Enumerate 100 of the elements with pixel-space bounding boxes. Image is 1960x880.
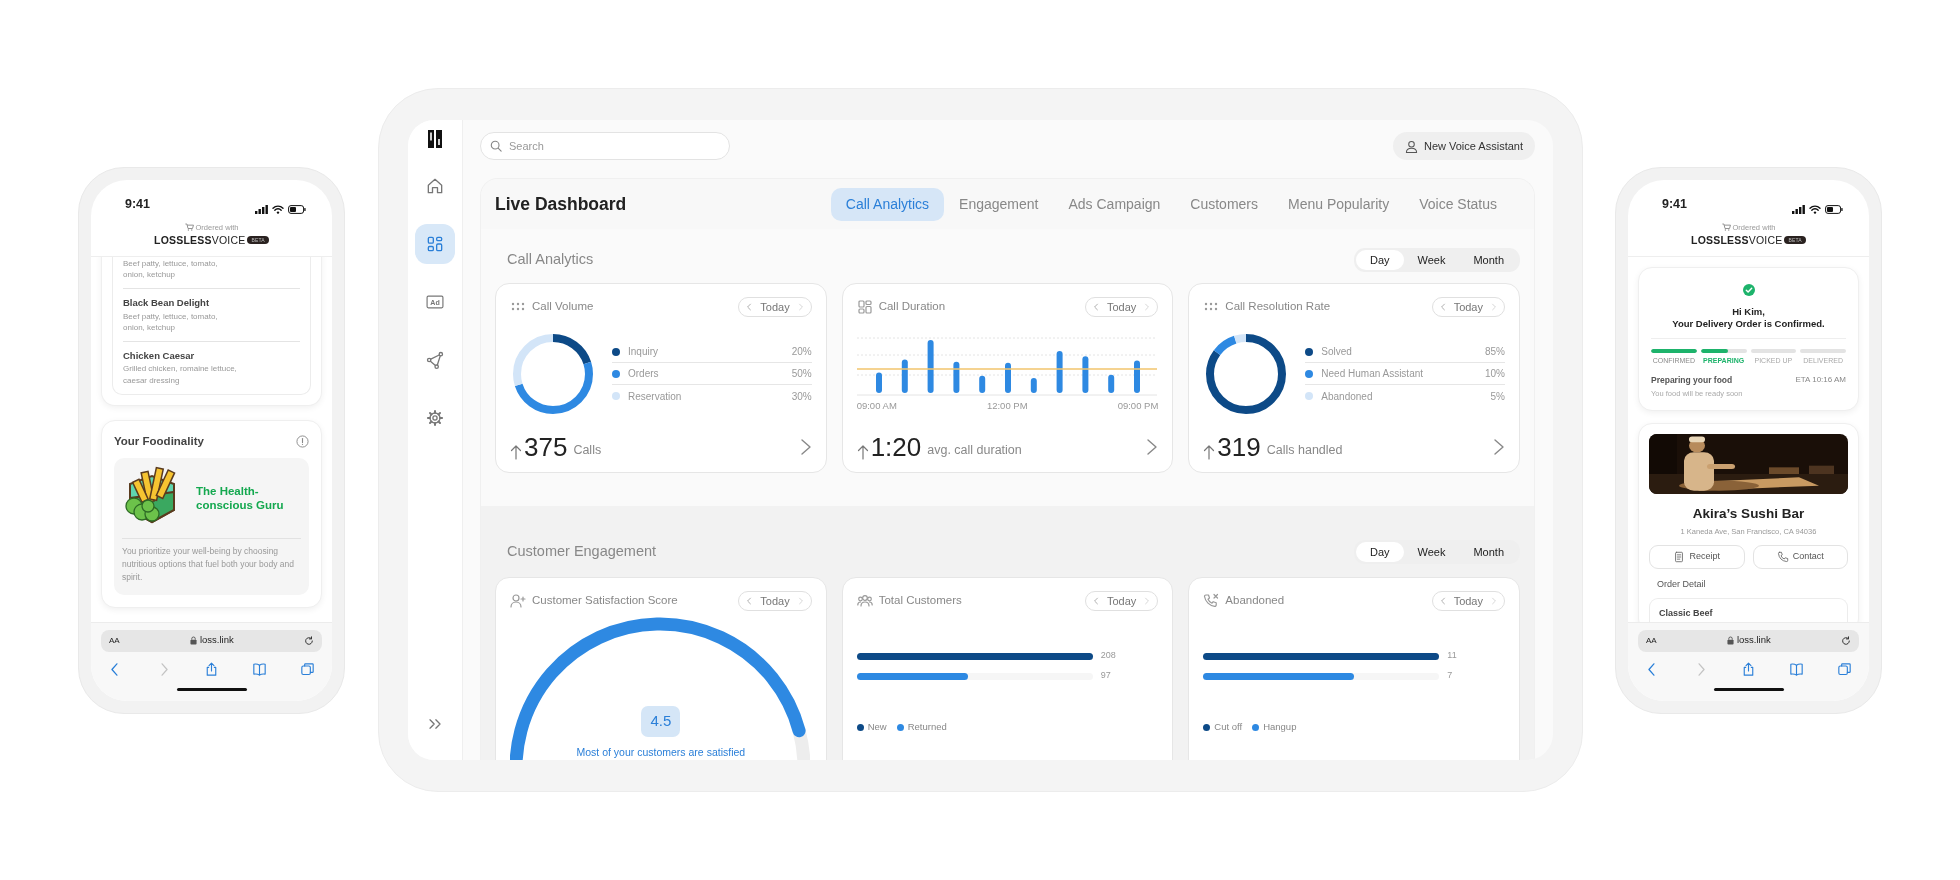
tab[interactable]: Voice Status: [1404, 187, 1512, 221]
card-title: Your Foodinality: [114, 433, 204, 449]
chevron-right-icon[interactable]: [1146, 438, 1159, 456]
legend-value: 85%: [1484, 345, 1505, 359]
phone-icon: [1776, 551, 1789, 564]
eta-text: ETA 10:16 AM: [1795, 373, 1846, 386]
chart-bar: [1030, 377, 1037, 393]
settings-icon[interactable]: [425, 408, 445, 428]
legend-dot: [1305, 392, 1314, 400]
chart-bar: [1107, 374, 1114, 393]
period-option[interactable]: Month: [1459, 541, 1518, 563]
chart-bar: [927, 339, 934, 393]
card-title: Total Customers: [878, 593, 962, 609]
stat-label: avg. call duration: [927, 442, 1022, 460]
section-heading: Order Detail: [1656, 578, 1707, 592]
headline-text: Your Delivery Order is Confirmed.: [1671, 317, 1826, 331]
contact-button[interactable]: Contact: [1752, 545, 1848, 570]
lock-icon: [1726, 636, 1734, 645]
receipt-button[interactable]: Receipt: [1649, 545, 1745, 570]
legend-label: Inquiry: [628, 345, 659, 359]
period-option[interactable]: Day: [1355, 541, 1404, 563]
legend-label: Returned: [907, 720, 947, 734]
legend-label: Cut off: [1214, 720, 1243, 734]
url-text: loss.link: [199, 633, 234, 648]
axis-label: 12:00 PM: [986, 398, 1028, 413]
chart-bar: [1133, 360, 1140, 393]
brand-logo: LOSSLESSVOICE: [154, 233, 246, 246]
tab[interactable]: Customers: [1175, 187, 1273, 221]
legend-value: 5%: [1490, 389, 1505, 404]
period-option[interactable]: Month: [1459, 249, 1518, 271]
chart-bar: [901, 359, 908, 393]
home-indicator: [176, 687, 247, 691]
legend-value: 50%: [791, 367, 812, 381]
new-assistant-button[interactable]: New Voice Assistant: [1392, 132, 1535, 160]
bar-value: 11: [1447, 649, 1457, 663]
chevron-right-icon[interactable]: [1493, 438, 1505, 456]
period-option[interactable]: Day: [1355, 249, 1404, 271]
chart-bar: [1056, 350, 1063, 393]
legend-value: 10%: [1484, 367, 1505, 381]
person-icon: [1404, 139, 1418, 153]
legend-value: 30%: [791, 389, 812, 404]
restaurant-name: Akira’s Sushi Bar: [1691, 504, 1806, 523]
legend-label: Hangup: [1263, 720, 1297, 734]
wifi-icon: [1809, 204, 1821, 214]
tabs-icon[interactable]: [1836, 660, 1853, 678]
battery-icon: [1825, 204, 1843, 214]
axis-label: 09:00 AM: [856, 398, 897, 413]
stat-label: Calls: [573, 442, 602, 460]
persona-title: The Health-conscious Guru: [196, 485, 285, 513]
arrow-up-icon: [856, 444, 869, 460]
address-bar[interactable]: AA loss.link: [1638, 629, 1859, 652]
period-option[interactable]: Week: [1403, 541, 1460, 563]
tab[interactable]: Menu Popularity: [1273, 187, 1405, 221]
tab[interactable]: Ads Campaign: [1053, 187, 1176, 221]
page-title: Live Dashboard: [495, 192, 627, 216]
tab[interactable]: Engagement: [944, 187, 1054, 221]
stat-value: 375: [524, 434, 568, 460]
address-bar[interactable]: AA loss.link: [101, 629, 322, 652]
status-text: Preparing your food: [1651, 373, 1733, 387]
users-icon: [856, 593, 873, 609]
status-time: 9:41: [125, 195, 151, 213]
wifi-icon: [272, 204, 284, 214]
text-size-button[interactable]: AA: [1646, 634, 1657, 647]
nodes-icon[interactable]: [425, 350, 445, 370]
book-icon[interactable]: [251, 660, 268, 678]
section-title: Customer Engagement: [506, 542, 657, 562]
chevron-right-icon[interactable]: [799, 438, 812, 456]
greeting-text: Hi Kim,: [1731, 305, 1766, 318]
home-icon[interactable]: [425, 176, 445, 196]
cart-icon: [1721, 223, 1731, 232]
signal-icon: [1792, 204, 1805, 214]
bar-value: 7: [1447, 669, 1453, 683]
stat-label: Calls handled: [1266, 442, 1343, 460]
menu-item-description: Beef patty, lettuce, tomato, onion, ketchup: [123, 258, 219, 281]
text-size-button[interactable]: AA: [109, 634, 120, 647]
card-title: Call Resolution Rate: [1225, 299, 1331, 315]
sidebar-button[interactable]: [415, 224, 455, 264]
signal-icon: [255, 204, 268, 214]
chart-bar: [1082, 356, 1089, 393]
arrow-up-icon: [510, 444, 522, 460]
axis-label: 09:00 PM: [1117, 398, 1159, 413]
cart-icon: [184, 223, 194, 232]
receipt-icon: [1673, 551, 1686, 564]
tab[interactable]: Call Analytics: [830, 187, 945, 221]
stat-value: 1:20: [870, 434, 922, 460]
book-icon[interactable]: [1788, 660, 1805, 678]
legend-dot: [1305, 369, 1314, 378]
reload-icon[interactable]: [1841, 635, 1851, 646]
search-field[interactable]: Search: [480, 132, 730, 160]
reload-icon[interactable]: [304, 635, 314, 646]
chart-bar: [978, 375, 985, 393]
grid-icon: [856, 299, 873, 315]
period-option[interactable]: Week: [1403, 249, 1460, 271]
status-time: 9:41: [1662, 195, 1688, 213]
legend-label: New: [867, 720, 887, 734]
score-caption: Most of your customers are satisfied: [576, 744, 746, 760]
legend-dot: [612, 392, 620, 400]
tabs-icon[interactable]: [299, 660, 316, 678]
dashboard-icon[interactable]: [425, 234, 445, 254]
card-title: Call Volume: [532, 299, 594, 315]
